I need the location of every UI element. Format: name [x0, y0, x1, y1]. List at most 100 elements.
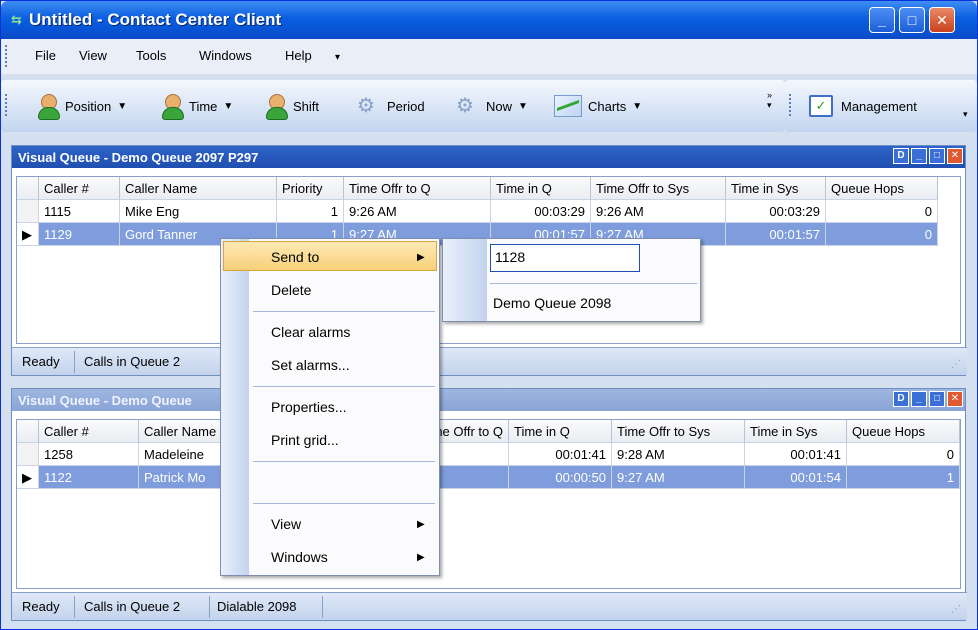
close-button[interactable]: ✕ — [929, 7, 955, 33]
time-in-sys: 00:01:57 — [726, 223, 826, 246]
status-divider — [74, 596, 75, 618]
charts-button[interactable]: Charts ▼ — [554, 94, 642, 118]
period-button[interactable]: ⚙ Period — [357, 94, 425, 118]
toolbar-overflow-icon[interactable]: » ▾ — [767, 90, 772, 114]
chart-icon — [554, 95, 582, 117]
dropdown-arrow-icon[interactable]: ▼ — [518, 101, 528, 112]
time-offr-sys: 9:27 AM — [612, 466, 745, 489]
queue-grid: Caller # Caller Name Time Offr to Q Time… — [16, 419, 961, 589]
menu-view[interactable]: View — [79, 48, 107, 63]
maximize-button[interactable]: □ — [929, 391, 945, 407]
gears-icon: ⚙ — [456, 95, 474, 117]
dropdown-arrow-icon[interactable]: ▼ — [632, 101, 642, 112]
menu-grip[interactable] — [5, 45, 8, 67]
panel-title[interactable]: Visual Queue - Demo Queue D _ □ ✕ — [12, 389, 965, 411]
time-in-sys: 00:01:41 — [745, 443, 847, 466]
panel-title-text: Visual Queue - Demo Queue 2097 P297 — [18, 150, 259, 165]
menu-item-delete[interactable]: Delete — [271, 282, 311, 298]
panel-title[interactable]: Visual Queue - Demo Queue 2097 P297 D _ … — [12, 146, 965, 168]
title-bar[interactable]: ⇆ Untitled - Contact Center Client _ □ ✕ — [1, 1, 977, 39]
col-priority[interactable]: Priority — [277, 177, 344, 200]
panel-controls: D _ □ ✕ — [893, 391, 963, 407]
management-button[interactable]: ✓ Management — [809, 94, 917, 118]
priority: 1 — [277, 200, 344, 223]
close-button[interactable]: ✕ — [947, 148, 963, 164]
maximize-button[interactable]: □ — [899, 7, 925, 33]
col-time-in-q[interactable]: Time in Q — [491, 177, 591, 200]
management-label: Management — [841, 98, 917, 114]
dock-button[interactable]: D — [893, 391, 909, 407]
menu-item-view[interactable]: View — [271, 516, 301, 532]
resize-grip-icon[interactable]: ⋰ — [951, 359, 961, 370]
status-calls-in-queue: Calls in Queue 2 — [84, 599, 181, 614]
dropdown-arrow-icon[interactable]: ▼ — [223, 101, 233, 112]
row-pointer-icon: ▶ — [17, 223, 39, 246]
dock-button[interactable]: D — [893, 148, 909, 164]
status-ready: Ready — [22, 354, 60, 369]
table-row[interactable]: 1258 Madeleine 00:01:41 9:28 AM 00:01:41… — [17, 443, 960, 466]
col-caller-name[interactable]: Caller Name — [120, 177, 277, 200]
app-window: ⇆ Untitled - Contact Center Client _ □ ✕… — [0, 0, 978, 630]
caller-number: 1122 — [39, 466, 139, 489]
main-toolbar: Position ▼ Time ▼ Shift ⚙ Period ⚙ Now ▼ Char… — [1, 80, 785, 132]
minimize-button[interactable]: _ — [911, 148, 927, 164]
time-button[interactable]: Time ▼ — [161, 94, 233, 120]
col-time-in-sys[interactable]: Time in Sys — [726, 177, 826, 200]
menu-separator — [253, 386, 435, 387]
col-time-offr-sys[interactable]: Time Offr to Sys — [612, 420, 745, 443]
menu-windows[interactable]: Windows — [199, 48, 252, 63]
menu-separator — [253, 503, 435, 504]
period-label: Period — [387, 98, 425, 114]
status-ready: Ready — [22, 599, 60, 614]
now-button[interactable]: ⚙ Now ▼ — [456, 94, 528, 118]
time-label: Time — [189, 98, 218, 114]
charts-label: Charts — [588, 98, 627, 114]
menu-item-set-alarms[interactable]: Set alarms... — [271, 357, 350, 373]
col-time-offr-sys[interactable]: Time Offr to Sys — [591, 177, 726, 200]
table-row[interactable]: 1115 Mike Eng 1 9:26 AM 00:03:29 9:26 AM… — [17, 200, 960, 223]
col-queue-hops[interactable]: Queue Hops — [826, 177, 938, 200]
status-divider — [322, 596, 323, 618]
menu-item-print-grid[interactable]: Print grid... — [271, 432, 339, 448]
position-button[interactable]: Position ▼ — [37, 94, 127, 120]
menu-item-clear-alarms[interactable]: Clear alarms — [271, 324, 350, 340]
menu-item-windows[interactable]: Windows — [271, 549, 328, 565]
table-row-selected[interactable]: ▶ 1122 Patrick Mo 00:00:50 9:27 AM 00:01… — [17, 466, 960, 489]
time-in-sys: 00:01:54 — [745, 466, 847, 489]
toolbar-grip[interactable] — [789, 94, 792, 116]
menu-file[interactable]: File — [35, 48, 56, 63]
time-offr-sys: 9:28 AM — [612, 443, 745, 466]
position-label: Position — [65, 98, 112, 114]
status-divider — [209, 596, 210, 618]
destination-input[interactable]: 1128 — [490, 244, 640, 272]
resize-grip-icon[interactable]: ⋰ — [951, 604, 961, 615]
menu-tools[interactable]: Tools — [136, 48, 166, 63]
management-icon: ✓ — [809, 95, 833, 117]
menu-item-properties[interactable]: Properties... — [271, 399, 346, 415]
toolbar-grip[interactable] — [5, 94, 8, 116]
close-button[interactable]: ✕ — [947, 391, 963, 407]
time-in-sys: 00:03:29 — [726, 200, 826, 223]
send-to-submenu: 1128 Demo Queue 2098 — [442, 238, 701, 322]
minimize-button[interactable]: _ — [911, 391, 927, 407]
menu-item-send-to[interactable]: Send to — [271, 249, 319, 265]
caller-number: 1258 — [39, 443, 139, 466]
col-time-in-q[interactable]: Time in Q — [509, 420, 612, 443]
minimize-button[interactable]: _ — [869, 7, 895, 33]
menu-overflow-icon[interactable]: ▾ — [335, 52, 340, 63]
status-divider — [74, 351, 75, 373]
panel-controls: D _ □ ✕ — [893, 148, 963, 164]
person-icon — [37, 94, 60, 120]
maximize-button[interactable]: □ — [929, 148, 945, 164]
col-time-in-sys[interactable]: Time in Sys — [745, 420, 847, 443]
submenu-item-queue[interactable]: Demo Queue 2098 — [493, 295, 611, 311]
menu-help[interactable]: Help — [285, 48, 312, 63]
col-time-offr-q[interactable]: Time Offr to Q — [344, 177, 491, 200]
col-caller-number[interactable]: Caller # — [39, 420, 139, 443]
toolbar-overflow-icon[interactable]: ▾ — [963, 102, 968, 126]
visual-queue-panel-2: Visual Queue - Demo Queue D _ □ ✕ Caller… — [11, 388, 967, 621]
col-caller-number[interactable]: Caller # — [39, 177, 120, 200]
col-queue-hops[interactable]: Queue Hops — [847, 420, 960, 443]
dropdown-arrow-icon[interactable]: ▼ — [117, 101, 127, 112]
shift-button[interactable]: Shift — [265, 94, 319, 120]
